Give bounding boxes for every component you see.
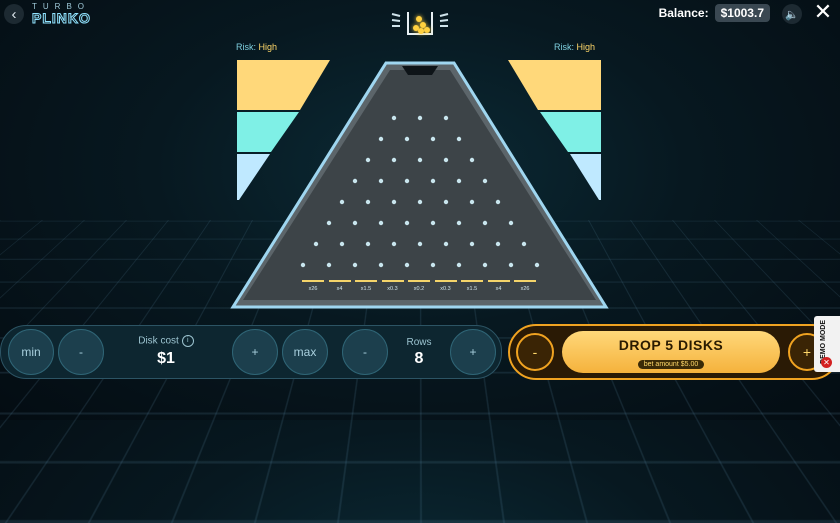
peg <box>391 157 397 163</box>
peg <box>508 262 514 268</box>
risk-segment-left-high <box>237 60 330 110</box>
risk-segment-left-low <box>237 154 270 200</box>
peg <box>430 178 436 184</box>
multiplier-slot: x0.3 <box>434 280 457 292</box>
peg <box>469 241 475 247</box>
peg <box>521 241 527 247</box>
peg <box>430 220 436 226</box>
peg <box>365 241 371 247</box>
rows-plus-label: + <box>469 345 477 359</box>
min-button[interactable]: min <box>8 329 54 375</box>
peg <box>313 241 319 247</box>
multiplier-slot: x0.2 <box>408 280 430 292</box>
peg <box>352 220 358 226</box>
disk-cost-minus-button[interactable]: - <box>58 329 104 375</box>
max-label: max <box>293 345 317 359</box>
risk-segment-left-medium <box>237 112 299 152</box>
peg <box>469 157 475 163</box>
rows-minus-label: - <box>363 345 367 359</box>
peg <box>443 115 449 121</box>
peg <box>417 199 423 205</box>
drop-plus-label: + <box>802 344 812 360</box>
peg <box>495 241 501 247</box>
disk-cost-label: Disk cost i <box>120 335 212 347</box>
peg <box>378 178 384 184</box>
peg <box>469 199 475 205</box>
drop-disks-button[interactable]: DROP 5 DISKS bet amount $5.00 <box>562 331 780 373</box>
peg <box>456 178 462 184</box>
peg <box>404 262 410 268</box>
peg <box>508 220 514 226</box>
peg <box>365 199 371 205</box>
peg <box>482 262 488 268</box>
peg <box>339 241 345 247</box>
peg <box>456 220 462 226</box>
rows-plus-button[interactable]: + <box>450 329 496 375</box>
peg <box>404 178 410 184</box>
peg <box>339 199 345 205</box>
peg <box>430 262 436 268</box>
peg <box>430 136 436 142</box>
peg <box>443 157 449 163</box>
peg <box>378 136 384 142</box>
risk-segment-right-medium <box>540 112 601 152</box>
peg <box>378 220 384 226</box>
peg <box>300 262 306 268</box>
demo-mode-badge: DEMO MODE ✕ <box>814 316 840 372</box>
risk-segment-right-high <box>508 60 601 110</box>
peg <box>404 220 410 226</box>
peg <box>456 262 462 268</box>
multiplier-slot: x4 <box>328 280 351 292</box>
peg <box>352 178 358 184</box>
board-slot <box>402 66 438 75</box>
rows-label: Rows <box>406 337 432 348</box>
peg <box>326 262 332 268</box>
rows-value: 8 <box>414 350 424 367</box>
rows-minus-button[interactable]: - <box>342 329 388 375</box>
bet-amount: bet amount $5.00 <box>637 360 705 369</box>
peg <box>417 115 423 121</box>
plus-label: + <box>251 345 259 359</box>
peg <box>534 262 540 268</box>
disk-cost-plus-button[interactable]: + <box>232 329 278 375</box>
peg <box>417 157 423 163</box>
multiplier-slot: x26 <box>302 280 324 292</box>
info-icon[interactable]: i <box>181 335 194 347</box>
disk-cost-value: $1 <box>157 350 175 367</box>
multiplier-slot: x26 <box>514 280 536 292</box>
peg <box>456 136 462 142</box>
peg <box>378 262 384 268</box>
peg <box>443 241 449 247</box>
peg <box>417 241 423 247</box>
peg <box>352 262 358 268</box>
multiplier-row: x26 x4 x1.5 x0.3 x0.2 x0.3 x1.5 x4 x26 <box>302 280 536 292</box>
peg <box>482 220 488 226</box>
peg <box>391 115 397 121</box>
minus-label: - <box>79 345 83 359</box>
multiplier-slot: x1.5 <box>461 280 483 292</box>
peg <box>495 199 501 205</box>
peg <box>326 220 332 226</box>
peg <box>404 136 410 142</box>
multiplier-slot: x0.3 <box>381 280 404 292</box>
max-button[interactable]: max <box>282 329 328 375</box>
drop-minus-label: - <box>532 344 538 360</box>
peg <box>482 178 488 184</box>
x-icon: ✕ <box>821 357 832 368</box>
min-label: min <box>21 345 41 359</box>
multiplier-slot: x4 <box>487 280 510 292</box>
multiplier-slot: x1.5 <box>355 280 377 292</box>
drop-count-minus-button[interactable]: - <box>516 333 554 371</box>
peg <box>443 199 449 205</box>
peg <box>391 241 397 247</box>
peg <box>365 157 371 163</box>
drop-title: DROP 5 DISKS <box>618 337 724 353</box>
disk-cost-text: Disk cost <box>138 335 179 347</box>
risk-segment-right-low <box>570 154 601 200</box>
peg <box>391 199 397 205</box>
